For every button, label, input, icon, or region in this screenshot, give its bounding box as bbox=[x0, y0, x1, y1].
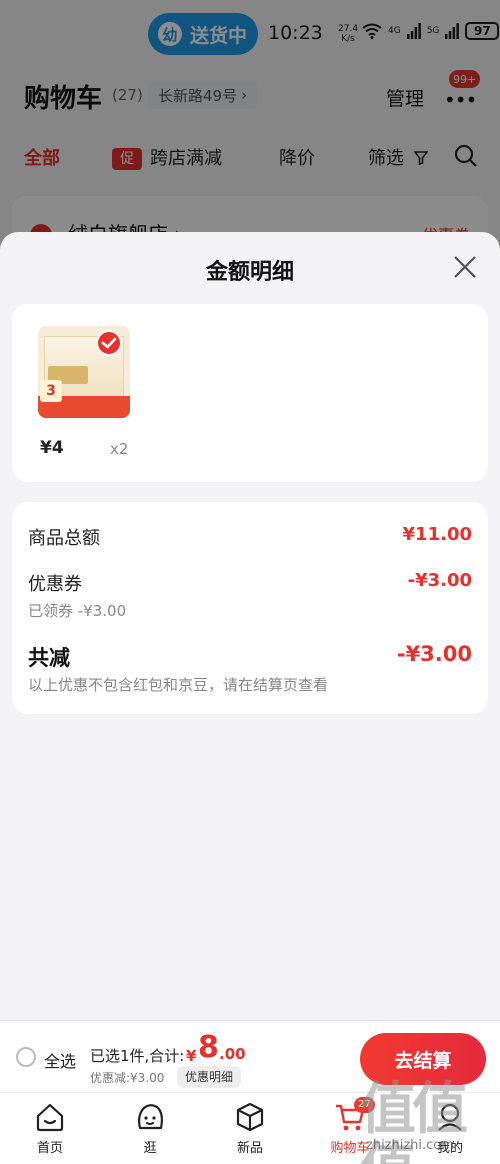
product-image-label: 3 bbox=[40, 380, 62, 402]
discount-note: 以上优惠不包含红包和京豆，请在结算页查看 bbox=[28, 676, 329, 694]
coupon-sub-text: 已领券 -¥3.00 bbox=[28, 602, 127, 620]
total-amount-integer: 8 bbox=[198, 1030, 219, 1065]
total-amount-decimal: .00 bbox=[219, 1045, 246, 1063]
select-all-label[interactable]: 全选 bbox=[44, 1048, 76, 1072]
nav-item-browse[interactable]: 逛 bbox=[120, 1101, 180, 1156]
total-reduce-value: -¥3.00 bbox=[396, 642, 472, 666]
check-icon bbox=[101, 337, 117, 349]
item-price: ¥4 bbox=[40, 438, 64, 458]
box-icon bbox=[236, 1102, 264, 1132]
total-currency: ¥ bbox=[186, 1047, 197, 1065]
amount-detail-sheet: 金额明细 3 ¥4 x2 商品总额 ¥11.00 优惠券 -¥3.00 已领券 … bbox=[0, 232, 500, 1020]
selected-items-card: 3 ¥4 x2 bbox=[12, 304, 488, 482]
goods-total-value: ¥11.00 bbox=[402, 524, 472, 545]
amount-breakdown-card: 商品总额 ¥11.00 优惠券 -¥3.00 已领券 -¥3.00 共减 -¥3… bbox=[12, 502, 488, 714]
sheet-title: 金额明细 bbox=[205, 260, 294, 285]
close-icon[interactable] bbox=[452, 254, 478, 280]
select-all-checkbox[interactable] bbox=[16, 1047, 36, 1067]
browse-face-icon bbox=[138, 1104, 163, 1130]
item-selected-check bbox=[96, 330, 122, 356]
nav-label: 首页 bbox=[36, 1141, 63, 1156]
discount-detail-button[interactable]: 优惠明细 bbox=[177, 1066, 242, 1088]
total-reduce-label: 共减 bbox=[28, 646, 70, 670]
coupon-value: -¥3.00 bbox=[407, 570, 472, 591]
coupon-label: 优惠券 bbox=[28, 574, 82, 595]
nav-item-home[interactable]: 首页 bbox=[20, 1101, 80, 1156]
nav-label: 逛 bbox=[143, 1141, 157, 1156]
nav-label: 新品 bbox=[236, 1141, 263, 1156]
item-quantity: x2 bbox=[110, 440, 129, 458]
discount-summary: 优惠减:¥3.00 bbox=[90, 1071, 165, 1085]
home-icon bbox=[36, 1103, 64, 1132]
nav-item-new-products[interactable]: 新品 bbox=[220, 1101, 280, 1156]
selected-summary: 已选1件,合计: bbox=[90, 1047, 185, 1065]
watermark-url: zhizhizhi.com bbox=[366, 1138, 454, 1153]
goods-total-label: 商品总额 bbox=[28, 528, 100, 549]
